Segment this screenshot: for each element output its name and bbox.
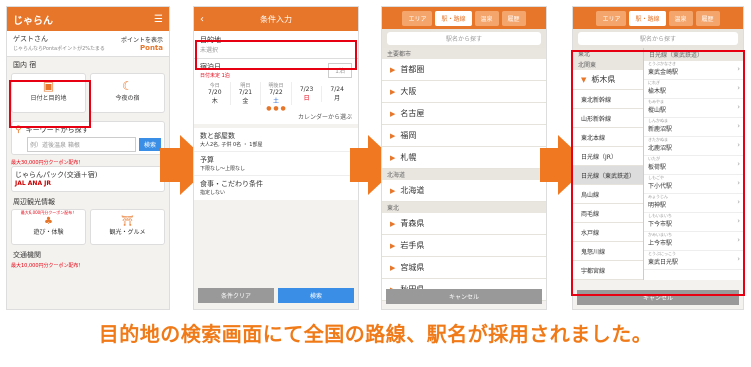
- date-cell[interactable]: 7/24 月: [322, 86, 352, 102]
- search-tabs: エリア 駅・路線 温泉 履歴: [573, 7, 743, 29]
- back-icon[interactable]: ‹: [200, 14, 204, 25]
- search-button[interactable]: 検索: [278, 288, 354, 303]
- date-cell[interactable]: 明後日 7/22 土: [261, 82, 292, 105]
- list-item[interactable]: ▶ 札幌: [382, 147, 546, 169]
- highlight-date-destination: [9, 80, 91, 128]
- points-note: じゃらんならPontaポイントが2%たまる: [13, 45, 105, 52]
- meal-field[interactable]: 食事・こだわり条件 指定しない: [194, 176, 358, 200]
- list-item[interactable]: ▶ 岩手県: [382, 235, 546, 257]
- user-bar: ゲストさん ポイントを表示 じゃらんならPontaポイントが2%たまる Pont…: [7, 31, 169, 57]
- section-domestic: 国内 宿: [13, 61, 37, 69]
- section-sightseeing: 周辺観光情報: [13, 198, 55, 206]
- screen-home: じゃらん ☰ ゲストさん ポイントを表示 じゃらんならPontaポイントが2%た…: [6, 6, 170, 310]
- highlight-line-station-list: [571, 50, 745, 296]
- station-search-input[interactable]: 駅名から探す: [387, 32, 541, 45]
- tab-station-line[interactable]: 駅・路線: [435, 10, 472, 26]
- budget-field[interactable]: 予算 下限なし〜上限なし: [194, 152, 358, 176]
- triangle-icon: ▶: [390, 219, 396, 228]
- keyword-search-button[interactable]: 検索: [138, 138, 161, 151]
- date-cell[interactable]: 7/23 日: [292, 85, 323, 102]
- list-item[interactable]: ▶ 名古屋: [382, 103, 546, 125]
- moon-icon: ☾: [122, 79, 133, 93]
- guest-name: ゲストさん: [13, 35, 48, 43]
- section-transport: 交通機関: [13, 251, 41, 259]
- triangle-icon: ▶: [390, 186, 396, 195]
- triangle-icon: ▶: [390, 65, 396, 74]
- list-item[interactable]: ▶ 北海道: [382, 180, 546, 202]
- meal-label: 食事・こだわり条件: [200, 180, 263, 188]
- list-item[interactable]: ▶ 福岡: [382, 125, 546, 147]
- list-item[interactable]: ▶ 宮城県: [382, 257, 546, 279]
- pack-airlines: JAL ANA JR: [15, 180, 52, 187]
- highlight-destination: [195, 40, 357, 70]
- tonight-button[interactable]: ☾ 今夜の宿: [90, 73, 165, 113]
- page-dots: ● ● ●: [266, 105, 286, 112]
- section-tohoku: 東北: [382, 202, 546, 213]
- list-item[interactable]: ▶ 青森県: [382, 213, 546, 235]
- triangle-icon: ▶: [390, 131, 396, 140]
- gourmet-button[interactable]: ⛩ 観光・グルメ: [90, 209, 165, 245]
- play-label: 遊び・体験: [33, 229, 64, 236]
- date-cell[interactable]: 今日 7/20 木: [200, 82, 231, 105]
- section-hokkaido: 北海道: [382, 169, 546, 180]
- conditions-header: ‹ 条件入力: [194, 7, 358, 31]
- coupon-banner-3: 最大10,000円分クーポン配布！: [11, 263, 84, 269]
- rooms-label: 数と部屋数: [200, 132, 235, 140]
- station-search-input[interactable]: 駅名から探す: [578, 32, 738, 45]
- balloon-icon: ♣: [44, 216, 53, 227]
- date-strip: 今日 7/20 木 明日 7/21 金 明後日 7/22 土 7/23 日 7/24 月: [200, 82, 352, 105]
- app-logo: じゃらん: [13, 15, 53, 27]
- tab-history[interactable]: 履歴: [695, 10, 720, 26]
- pack-title: じゃらんパック(交通＋宿): [15, 171, 98, 179]
- date-cell[interactable]: 明日 7/21 金: [231, 82, 262, 105]
- triangle-icon: ▶: [390, 87, 396, 96]
- play-button[interactable]: 最大6,000円分クーポン配布！ ♣ 遊び・体験: [11, 209, 86, 245]
- tab-history[interactable]: 履歴: [501, 10, 526, 26]
- shrine-icon: ⛩: [121, 216, 134, 227]
- flow-arrow-1-body: [160, 148, 182, 182]
- clear-button[interactable]: 条件クリア: [198, 288, 274, 303]
- date-value: 日付未定 1泊: [200, 73, 230, 79]
- calendar-link[interactable]: カレンダーから選ぶ: [200, 112, 352, 121]
- meal-value: 指定しない: [200, 190, 226, 196]
- conditions-title: 条件入力: [260, 14, 292, 24]
- triangle-icon: ▶: [390, 153, 396, 162]
- cancel-button[interactable]: キャンセル: [386, 289, 542, 304]
- points-link[interactable]: ポイントを表示: [121, 35, 163, 44]
- search-tabs: エリア 駅・路線 温泉 履歴: [382, 7, 546, 29]
- budget-label: 予算: [200, 156, 214, 164]
- triangle-icon: ▶: [390, 241, 396, 250]
- menu-icon[interactable]: ☰: [154, 14, 163, 25]
- keyword-input[interactable]: 例）道後温泉 箱根: [27, 137, 136, 152]
- coupon-banner-1: 最大30,000円分クーポン配布！: [11, 160, 84, 166]
- tonight-label: 今夜の宿: [115, 95, 140, 102]
- section-major-cities: 主要都市: [382, 48, 546, 59]
- rooms-value: 大人2名, 子供 0名 ・ 1部屋: [200, 142, 263, 148]
- tab-area[interactable]: エリア: [596, 10, 627, 26]
- triangle-icon: ▶: [390, 109, 396, 118]
- screen-station-search: エリア 駅・路線 温泉 履歴 駅名から探す 主要都市 ▶ 首都圏 ▶ 大阪 ▶ 名古屋…: [381, 6, 547, 310]
- budget-value: 下限なし〜上限なし: [200, 166, 246, 172]
- caption: 目的地の検索画面にて全国の路線、駅名が採用されました。: [98, 322, 653, 346]
- tab-onsen[interactable]: 温泉: [668, 10, 693, 26]
- tab-onsen[interactable]: 温泉: [474, 10, 499, 26]
- pack-button[interactable]: じゃらんパック(交通＋宿) JAL ANA JR: [11, 166, 165, 192]
- tab-station-line[interactable]: 駅・路線: [629, 10, 666, 26]
- list-item[interactable]: ▶ 大阪: [382, 81, 546, 103]
- rooms-field[interactable]: 数と部屋数 大人2名, 子供 0名 ・ 1部屋: [194, 128, 358, 152]
- gourmet-label: 観光・グルメ: [109, 229, 146, 236]
- list-item[interactable]: ▶ 首都圏: [382, 59, 546, 81]
- tab-area[interactable]: エリア: [402, 10, 433, 26]
- triangle-icon: ▶: [390, 263, 396, 272]
- ponta-logo: Ponta: [140, 44, 163, 52]
- app-header: じゃらん ☰: [7, 7, 169, 31]
